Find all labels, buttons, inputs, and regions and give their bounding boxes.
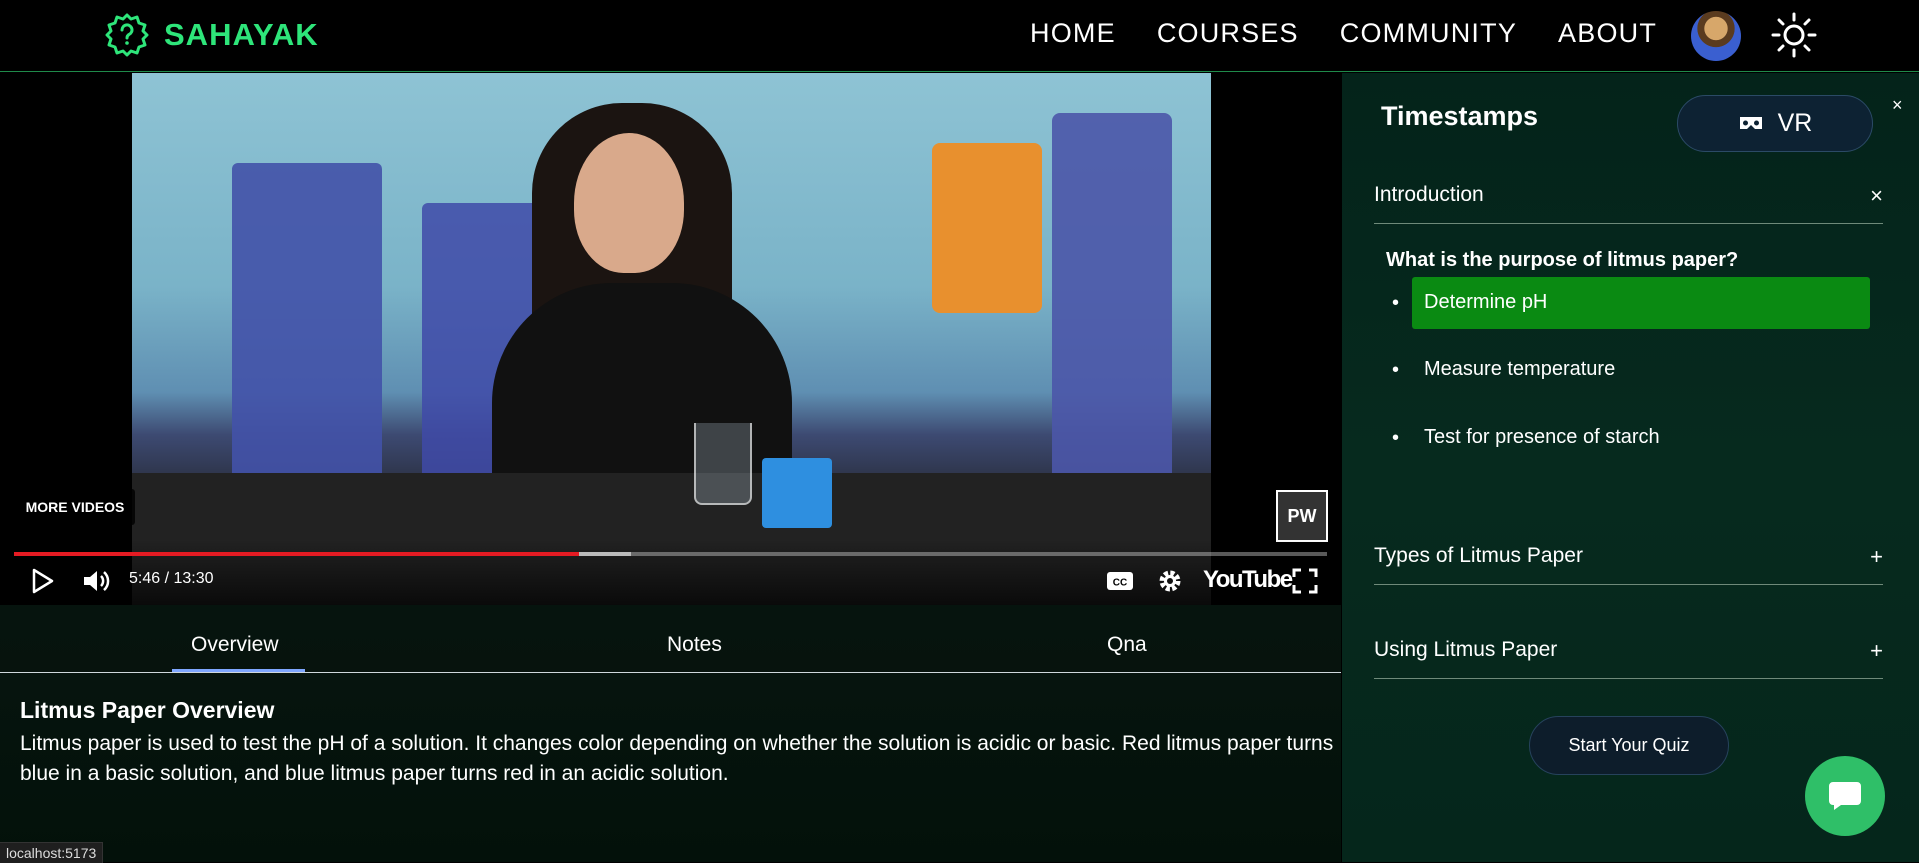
help-logo-icon (105, 13, 149, 57)
scene-test-tube-rack (762, 458, 832, 528)
expand-icon[interactable]: + (1870, 638, 1883, 664)
overview-panel: Litmus Paper Overview Litmus paper is us… (0, 673, 1341, 862)
avatar[interactable] (1691, 11, 1741, 61)
youtube-logo[interactable]: YouTube (1203, 566, 1293, 594)
tab-notes[interactable]: Notes (667, 633, 722, 657)
overview-body: Litmus paper is used to test the pH of a… (20, 732, 1334, 785)
presenter-face (574, 133, 684, 273)
chat-bubble-icon (1829, 782, 1861, 810)
video-frame[interactable] (132, 73, 1211, 605)
settings-icon[interactable] (1157, 568, 1183, 594)
status-url: localhost:5173 (0, 842, 104, 863)
overview-title: Litmus Paper Overview (20, 697, 275, 723)
scene-machine (932, 143, 1042, 313)
vr-label: VR (1777, 109, 1813, 137)
brand-name: SAHAYAK (164, 17, 319, 52)
bullet: • (1392, 292, 1400, 314)
scene-shelf (232, 163, 382, 483)
nav-about[interactable]: ABOUT (1558, 18, 1657, 49)
volume-icon[interactable] (81, 567, 111, 595)
vr-headset-icon (1739, 116, 1762, 129)
section-label: Introduction (1374, 183, 1484, 206)
video-time: 5:46 / 13:30 (129, 570, 214, 587)
vr-button[interactable]: VR (1677, 95, 1873, 152)
sidebar-title: Timestamps (1381, 101, 1539, 131)
nav-home[interactable]: HOME (1030, 18, 1116, 49)
answer-label: Test for presence of starch (1424, 426, 1660, 448)
bullet: • (1392, 427, 1400, 449)
more-videos-button[interactable]: MORE VIDEOS (15, 489, 135, 525)
video-player[interactable]: PW MORE VIDEOS 5:46 / 13:30 CC YouTube (0, 73, 1341, 605)
scene-tank (1052, 113, 1172, 493)
answer-option[interactable]: Determine pH (1412, 277, 1870, 329)
progress-played (14, 552, 579, 556)
progress-bar[interactable] (14, 552, 1327, 556)
content-tabs: Overview Notes Qna (0, 605, 1341, 673)
navbar: SAHAYAK HOME COURSES COMMUNITY ABOUT (0, 0, 1919, 72)
close-sidebar-icon[interactable]: × (1892, 95, 1903, 116)
answer-option[interactable]: Measure temperature (1412, 344, 1870, 396)
answer-option[interactable]: Test for presence of starch (1412, 412, 1870, 464)
expand-icon[interactable]: + (1870, 544, 1883, 570)
answer-label: Measure temperature (1424, 358, 1616, 380)
bullet: • (1392, 359, 1400, 381)
start-quiz-button[interactable]: Start Your Quiz (1529, 716, 1729, 775)
quiz-question: What is the purpose of litmus paper? (1386, 249, 1739, 271)
nav-community[interactable]: COMMUNITY (1340, 18, 1517, 49)
sun-icon[interactable] (1771, 12, 1817, 58)
scene-beaker (694, 423, 752, 505)
chat-button[interactable] (1805, 756, 1885, 836)
channel-watermark: PW (1276, 490, 1328, 542)
section-types-of-litmus-paper[interactable]: Types of Litmus Paper + (1374, 544, 1883, 585)
tab-qna[interactable]: Qna (1107, 633, 1147, 657)
section-using-litmus-paper[interactable]: Using Litmus Paper + (1374, 638, 1883, 679)
play-icon[interactable] (30, 567, 56, 595)
active-tab-indicator (172, 669, 305, 672)
captions-icon[interactable]: CC (1106, 570, 1134, 592)
fullscreen-icon[interactable] (1292, 568, 1318, 594)
collapse-icon[interactable]: × (1870, 183, 1883, 209)
tab-overview[interactable]: Overview (191, 633, 279, 657)
brand[interactable]: SAHAYAK (104, 12, 319, 58)
section-introduction[interactable]: Introduction × (1374, 183, 1883, 224)
answer-label: Determine pH (1424, 291, 1548, 313)
nav-links: HOME COURSES COMMUNITY ABOUT (1030, 18, 1698, 49)
section-label: Using Litmus Paper (1374, 638, 1558, 661)
nav-courses[interactable]: COURSES (1157, 18, 1299, 49)
svg-text:CC: CC (1113, 578, 1127, 589)
section-label: Types of Litmus Paper (1374, 544, 1583, 567)
